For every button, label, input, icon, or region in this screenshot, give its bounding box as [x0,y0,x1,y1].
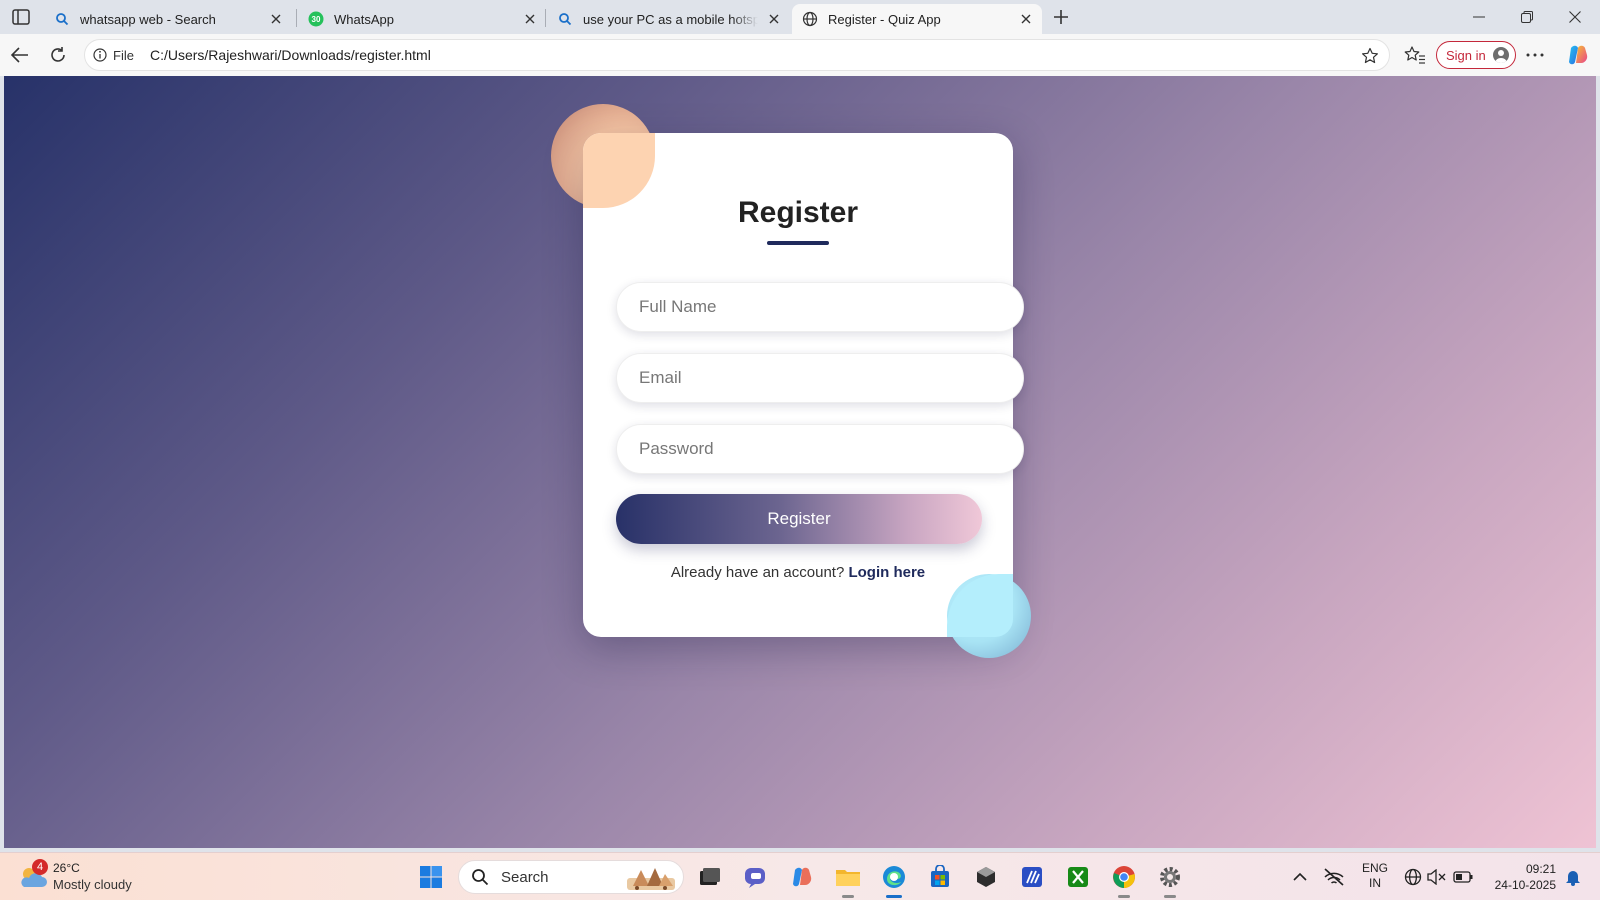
scheme-label: File [113,47,134,63]
login-link[interactable]: Login here [848,564,925,581]
notification-bell-icon[interactable] [1562,863,1584,891]
teams-icon[interactable] [742,863,770,891]
copilot-icon[interactable] [788,863,816,891]
tab-title: WhatsApp [334,11,394,27]
whatsapp-icon: 30 [308,11,324,27]
no-internet-icon[interactable] [1322,863,1346,891]
minimize-icon[interactable] [1464,6,1494,28]
clock-time: 09:21 [1525,862,1556,876]
password-input[interactable] [616,424,1024,474]
input-language-indicator[interactable]: ENG IN [1362,861,1388,891]
tab-separator [545,9,546,27]
tab-whatsapp-web-search[interactable]: whatsapp web - Search [44,4,292,34]
search-icon [471,868,489,886]
weather-temperature: 26°C [53,861,80,875]
tab-actions-menu-icon[interactable] [10,7,32,27]
tab-separator [296,9,297,27]
settings-icon[interactable] [1156,863,1184,891]
copilot-icon[interactable] [1566,43,1590,67]
login-prompt: Already have an account? Login here [583,564,1013,581]
taskbar-search-box[interactable]: Search [458,860,684,894]
svg-text:30: 30 [312,15,321,24]
globe-icon [802,11,818,27]
weather-description: Mostly cloudy [53,877,132,892]
taskbar: 4 26°C Mostly cloudy Search ENG IN 09:21… [0,852,1600,900]
battery-icon[interactable] [1452,863,1474,891]
active-app-indicator [886,895,902,898]
file-explorer-icon[interactable] [834,863,862,891]
chrome-icon[interactable] [1110,863,1138,891]
running-indicator [1118,895,1130,898]
browser-toolbar: File C:/Users/Rajeshwari/Downloads/regis… [0,34,1600,76]
star-favorite-icon[interactable] [1361,47,1379,65]
email-input[interactable] [616,353,1024,403]
clock-date: 24-10-2025 [1494,878,1556,892]
tab-mobile-hotspot-search[interactable]: use your PC as a mobile hotspot w [547,4,790,34]
start-icon[interactable] [417,863,445,891]
tab-strip: whatsapp web - Search 30 WhatsApp use yo… [0,0,1600,34]
more-options-icon[interactable] [1524,45,1546,65]
store-icon[interactable] [926,863,954,891]
tab-title: use your PC as a mobile hotspot w [583,11,758,27]
volume-muted-icon[interactable] [1426,863,1448,891]
globe-network-icon[interactable] [1402,863,1424,891]
tab-whatsapp[interactable]: 30 WhatsApp [298,4,546,34]
search-highlight-illustration-icon [625,864,677,892]
taskbar-search-label: Search [501,868,549,886]
task-view-icon[interactable] [696,863,724,891]
tab-title: Register - Quiz App [828,11,941,27]
vscode-icon[interactable] [1018,863,1046,891]
profile-avatar-icon [1493,47,1509,63]
system-clock[interactable]: 09:21 24-10-2025 [1488,861,1556,893]
sign-in-button[interactable]: Sign in [1436,41,1516,69]
running-indicator [1164,895,1176,898]
search-icon [557,11,573,27]
xbox-icon[interactable] [1064,863,1092,891]
region-code: IN [1369,876,1381,890]
full-name-input[interactable] [616,282,1024,332]
sign-in-label: Sign in [1446,47,1486,63]
refresh-icon[interactable] [46,43,70,67]
tab-register-quiz-app[interactable]: Register - Quiz App [792,4,1042,34]
app-icon[interactable] [972,863,1000,891]
running-indicator [842,895,854,898]
title-underline [767,241,829,245]
close-icon[interactable] [766,11,782,27]
tab-title: whatsapp web - Search [80,11,216,27]
info-icon[interactable] [93,48,107,62]
chevron-up-icon[interactable] [1290,863,1310,891]
new-tab-plus-icon[interactable] [1050,6,1072,28]
language-code: ENG [1362,861,1389,875]
close-icon[interactable] [1018,11,1034,27]
weather-badge: 4 [32,859,48,875]
search-icon [54,11,70,27]
back-arrow-icon[interactable] [8,43,32,67]
register-button[interactable]: Register [616,494,982,544]
edge-icon[interactable] [880,863,908,891]
close-icon[interactable] [268,11,284,27]
weather-widget[interactable]: 4 26°C Mostly cloudy [18,859,148,895]
favorites-icon[interactable] [1404,45,1426,65]
close-icon[interactable] [522,11,538,27]
url-text[interactable]: C:/Users/Rajeshwari/Downloads/register.h… [150,47,431,63]
window-close-icon[interactable] [1560,6,1590,28]
address-bar[interactable]: File C:/Users/Rajeshwari/Downloads/regis… [84,39,1390,71]
restore-icon[interactable] [1512,6,1542,28]
page-title: Register [737,196,859,229]
login-prompt-text: Already have an account? [670,564,845,581]
